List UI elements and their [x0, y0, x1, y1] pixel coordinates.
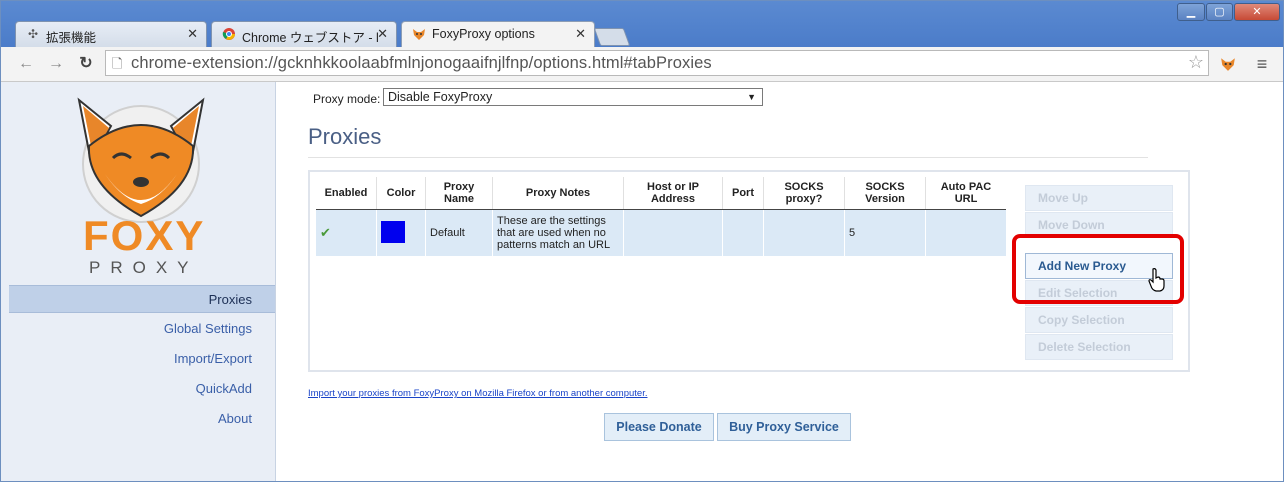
- import-proxies-link[interactable]: Import your proxies from FoxyProxy on Mo…: [308, 388, 647, 399]
- hand-cursor-icon: [1148, 268, 1166, 298]
- copy-selection-button[interactable]: Copy Selection: [1025, 307, 1173, 333]
- cell-proxy-notes: These are the settings that are used whe…: [492, 209, 624, 256]
- col-pac-url: Auto PAC URL: [925, 177, 1006, 210]
- sidebar-item-import-export[interactable]: Import/Export: [9, 345, 275, 373]
- chrome-webstore-icon: [222, 27, 236, 41]
- col-host: Host or IP Address: [623, 177, 723, 210]
- sidebar-item-about[interactable]: About: [9, 405, 275, 433]
- maximize-icon[interactable]: ▢: [1206, 3, 1233, 21]
- sidebar-item-quickadd[interactable]: QuickAdd: [9, 375, 275, 403]
- col-port: Port: [722, 177, 764, 210]
- cell-pac-url: [925, 209, 1006, 256]
- foxyproxy-logo: FOXY PROXY: [61, 86, 221, 277]
- forward-arrow-icon[interactable]: →: [45, 53, 67, 75]
- tab-title: FoxyProxy options: [432, 27, 535, 41]
- back-arrow-icon[interactable]: ←: [15, 53, 37, 75]
- page-title: Proxies: [308, 124, 382, 149]
- close-icon[interactable]: ✕: [187, 26, 198, 42]
- new-tab-button[interactable]: [593, 28, 631, 46]
- buy-proxy-service-button[interactable]: Buy Proxy Service: [717, 413, 851, 441]
- divider: [308, 157, 1148, 158]
- proxy-mode-select[interactable]: Disable FoxyProxy ▼: [383, 88, 763, 106]
- browser-toolbar: ← → ↻ 🗋 chrome-extension://gcknhkkoolaab…: [1, 47, 1283, 82]
- checkmark-icon: ✔: [320, 224, 331, 240]
- tab-strip: ✣ 拡張機能 ✕ Chrome ウェブストア - l ✕ FoxyProxy o…: [1, 1, 1283, 48]
- page-icon: 🗋: [112, 56, 123, 71]
- fox-logo-icon: [77, 97, 205, 223]
- proxy-mode-value: Disable FoxyProxy: [388, 90, 493, 104]
- cell-port: [722, 209, 764, 256]
- sidebar: FOXY PROXY Proxies Global Settings Impor…: [1, 82, 276, 481]
- please-donate-button[interactable]: Please Donate: [604, 413, 714, 441]
- bookmark-star-icon[interactable]: ☆: [1188, 52, 1204, 73]
- main-content: Proxy mode: Disable FoxyProxy ▼ Proxies …: [276, 82, 1283, 481]
- tab-foxyproxy-options[interactable]: FoxyProxy options ✕: [401, 21, 595, 48]
- cell-socks: [763, 209, 845, 256]
- tab-chrome-webstore[interactable]: Chrome ウェブストア - l ✕: [211, 21, 397, 47]
- cell-proxy-name: Default: [425, 209, 493, 256]
- proxy-mode-label: Proxy mode:: [313, 92, 381, 106]
- table-row[interactable]: ✔ Default These are the settings that ar…: [316, 209, 1006, 256]
- browser-window: ✣ 拡張機能 ✕ Chrome ウェブストア - l ✕ FoxyProxy o…: [0, 0, 1284, 482]
- fox-icon: [412, 27, 426, 41]
- move-up-button[interactable]: Move Up: [1025, 185, 1173, 211]
- close-icon[interactable]: ✕: [377, 26, 388, 42]
- tab-title: 拡張機能: [46, 31, 97, 45]
- cell-socks-version: 5: [844, 209, 926, 256]
- logo-text-foxy: FOXY: [83, 212, 206, 259]
- col-socks-version: SOCKS Version: [844, 177, 926, 210]
- proxies-table: Enabled Color Proxy Name Proxy Notes Hos…: [316, 177, 1006, 256]
- col-proxy-name: Proxy Name: [425, 177, 493, 210]
- sidebar-item-global-settings[interactable]: Global Settings: [9, 315, 275, 343]
- menu-icon[interactable]: ≡: [1251, 53, 1273, 75]
- tab-extensions[interactable]: ✣ 拡張機能 ✕: [15, 21, 207, 47]
- col-color: Color: [376, 177, 426, 210]
- col-enabled: Enabled: [316, 177, 377, 210]
- foxyproxy-extension-icon[interactable]: [1217, 53, 1239, 75]
- url-text: chrome-extension://gcknhkkoolaabfmlnjono…: [131, 54, 712, 72]
- close-icon[interactable]: ✕: [575, 26, 586, 42]
- puzzle-icon: ✣: [27, 27, 39, 41]
- sidebar-item-proxies[interactable]: Proxies: [9, 285, 275, 313]
- tab-title: Chrome ウェブストア - l: [242, 31, 379, 45]
- logo-text-proxy: PROXY: [89, 258, 199, 277]
- dropdown-arrow-icon: ▼: [747, 92, 756, 102]
- col-proxy-notes: Proxy Notes: [492, 177, 624, 210]
- reload-icon[interactable]: ↻: [75, 53, 97, 75]
- color-swatch: [381, 220, 405, 243]
- minimize-icon[interactable]: ▁: [1177, 3, 1205, 21]
- delete-selection-button[interactable]: Delete Selection: [1025, 334, 1173, 360]
- cell-host: [623, 209, 723, 256]
- col-socks: SOCKS proxy?: [763, 177, 845, 210]
- close-window-icon[interactable]: ✕: [1234, 3, 1280, 21]
- address-bar[interactable]: 🗋 chrome-extension://gcknhkkoolaabfmlnjo…: [105, 50, 1209, 76]
